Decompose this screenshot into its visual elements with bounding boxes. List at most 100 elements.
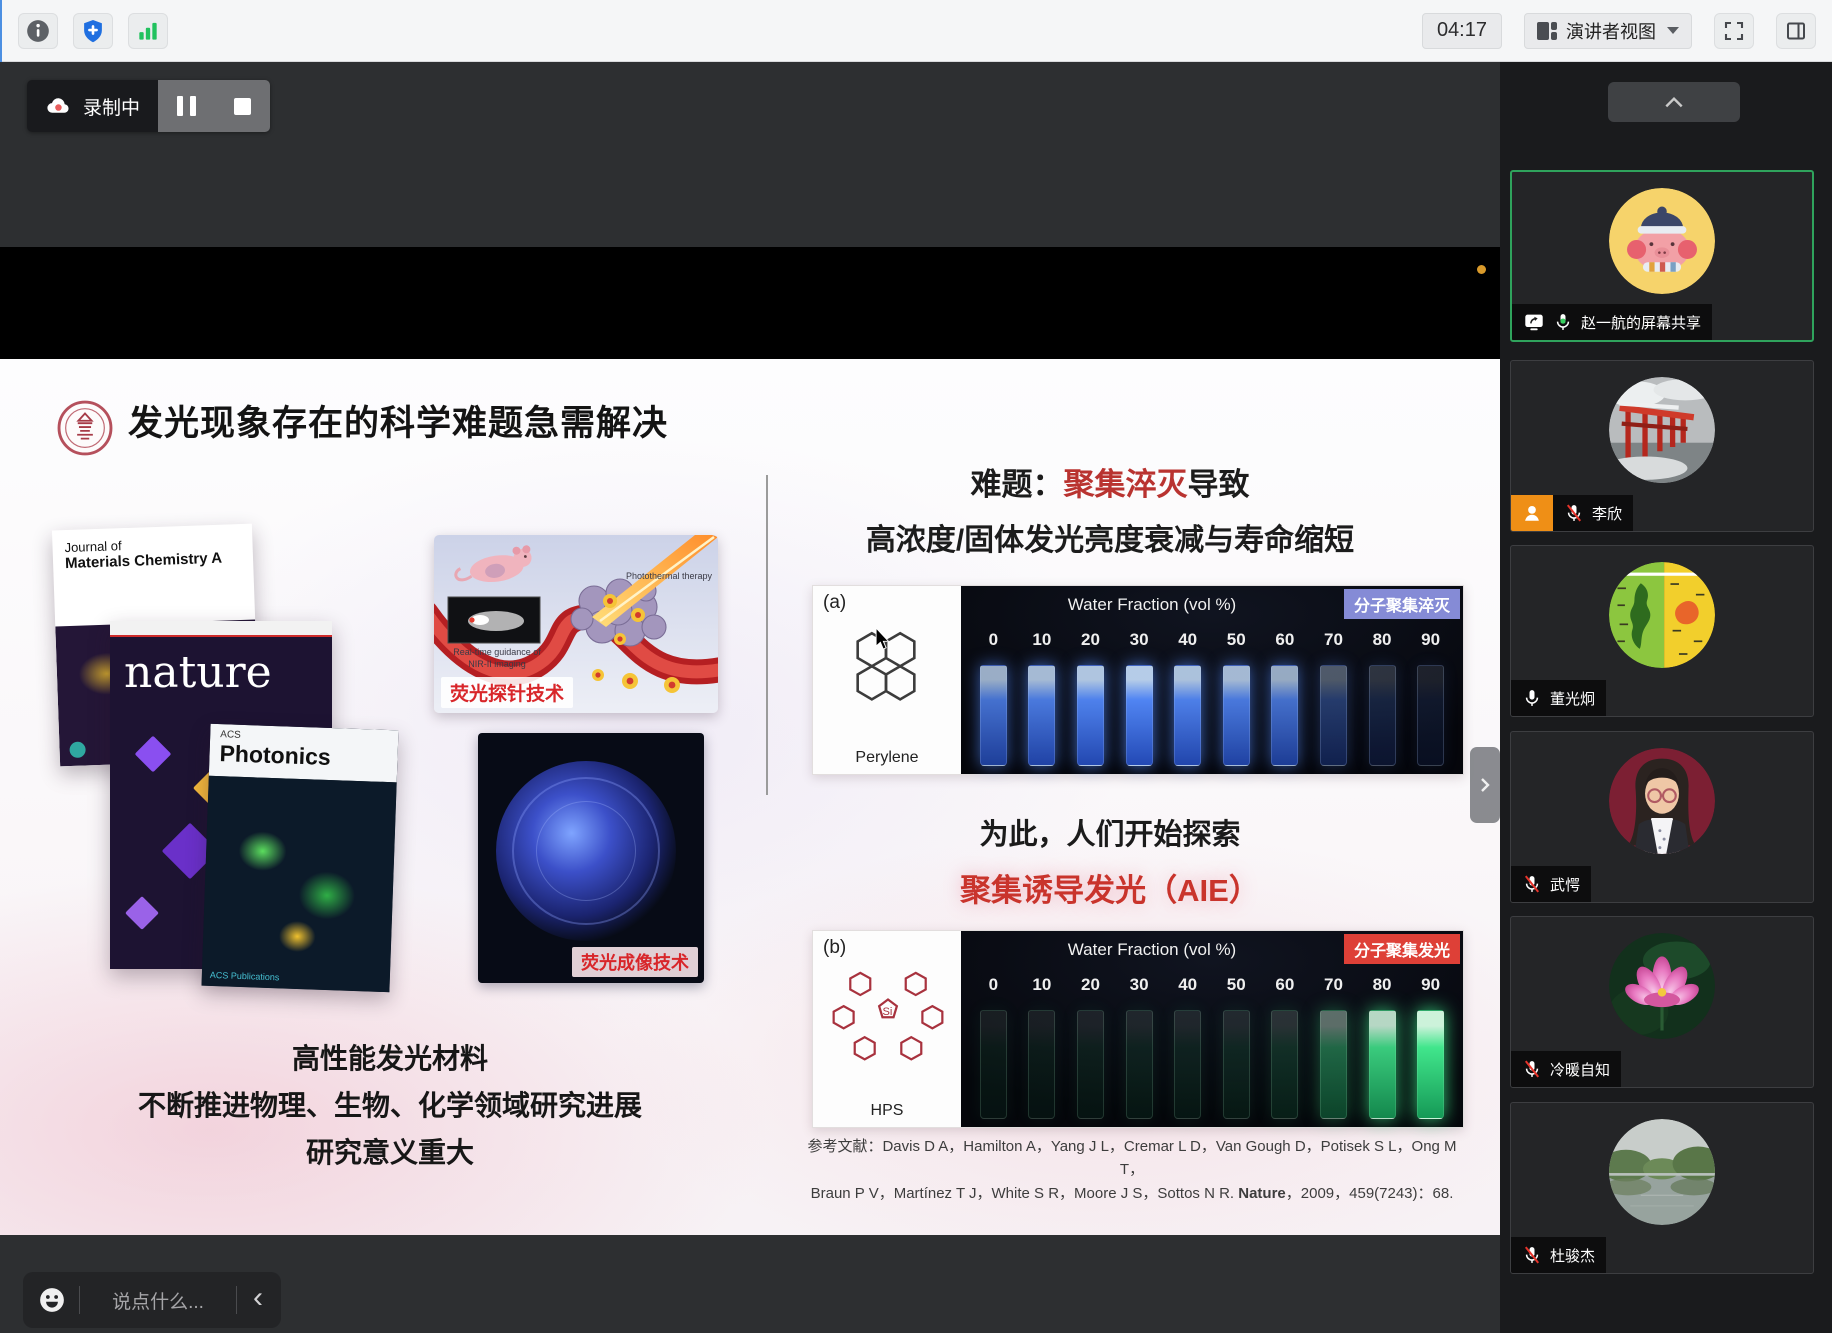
cuvette (1212, 662, 1261, 766)
column-divider (766, 475, 768, 795)
figure-b: (b) Si HPS Water Fraction ( (812, 930, 1464, 1128)
aie-line2: 聚集诱导发光（AIE） (806, 865, 1414, 910)
tick-label: 40 (1163, 630, 1212, 650)
chat-input-bar: 说点什么... ‹ (23, 1272, 281, 1328)
tick-label: 10 (1018, 975, 1067, 995)
info-icon (25, 18, 51, 44)
molecule-name-b: HPS (813, 1102, 961, 1120)
stop-recording-button[interactable] (214, 80, 270, 132)
participant-tile[interactable]: 武愕 (1510, 731, 1814, 903)
top-toolbar: 04:17 演讲者视图 (0, 0, 1832, 62)
imaging-label: 荧光成像技术 (572, 947, 698, 977)
figure-a-axis-title: Water Fraction (vol %) (961, 595, 1343, 615)
figure-a-label: (a) (823, 592, 846, 614)
cuvette (1115, 662, 1164, 766)
side-panel-icon (1784, 19, 1808, 43)
acs-artwork (201, 776, 396, 992)
cuvette (969, 1007, 1018, 1119)
caret-down-icon (1667, 27, 1679, 34)
tick-label: 60 (1261, 630, 1310, 650)
chat-input[interactable]: 说点什么... (92, 1287, 224, 1314)
participant-tile[interactable]: 李欣 (1510, 360, 1814, 532)
problem-highlight: 聚集淬灭 (1064, 467, 1188, 502)
university-seal-logo (56, 399, 114, 457)
cuvette (1163, 1007, 1212, 1119)
cuvette (1066, 1007, 1115, 1119)
participant-tile[interactable]: 杜骏杰 (1510, 1102, 1814, 1274)
tick-label: 40 (1163, 975, 1212, 995)
journal-cover-acs-photonics: ACS Photonics ACS Publications (201, 724, 398, 992)
cloud-recording-icon (45, 93, 71, 119)
mic-muted-icon (1522, 874, 1542, 894)
figure-b-label: (b) (823, 937, 846, 959)
participant-tile[interactable]: 冷暖自知 (1510, 916, 1814, 1088)
tick-label: 20 (1066, 975, 1115, 995)
mouse-cursor (875, 628, 893, 653)
avatar-snowy-torii (1609, 377, 1715, 483)
participant-name: 冷暖自知 (1550, 1059, 1610, 1080)
figure-b-badge: 分子聚集发光 (1344, 934, 1460, 964)
view-mode-label: 演讲者视图 (1566, 18, 1656, 44)
nature-logo: nature (124, 647, 272, 698)
tick-label: 10 (1018, 630, 1067, 650)
aie-line1: 为此，人们开始探索 (806, 811, 1414, 853)
participant-tile-screen-share[interactable]: 赵一航的屏幕共享 (1510, 170, 1814, 342)
participant-name: 杜骏杰 (1550, 1245, 1595, 1266)
probe-label: 荧光探针技术 (441, 677, 573, 708)
tick-label: 30 (1115, 975, 1164, 995)
screen-share-stage: 录制中 发光现象存在的科学难题急需解决 难题：聚集淬灭导致 高浓度/固体发光亮度… (0, 62, 1500, 1333)
network-stats-button[interactable] (128, 13, 168, 49)
pause-icon (177, 96, 196, 116)
references: 参考文献：Davis D A，Hamilton A，Yang J L，Crema… (796, 1135, 1468, 1205)
avatar-infographic (1609, 562, 1715, 668)
problem-suffix: 导致 (1188, 467, 1250, 502)
participants-sidebar: 赵一航的屏幕共享 (1500, 62, 1832, 1333)
mic-muted-icon (1564, 503, 1584, 523)
side-panel-toggle-button[interactable] (1776, 13, 1816, 49)
tick-label: 30 (1115, 630, 1164, 650)
fluorescence-imaging-image: 荧光成像技术 (478, 733, 704, 983)
fullscreen-button[interactable] (1714, 13, 1754, 49)
collapse-sidebar-button[interactable] (1608, 82, 1740, 122)
summary-text: 高性能发光材料 不断推进物理、生物、化学领域研究进展 研究意义重大 (60, 1035, 720, 1176)
letterbox-band (0, 247, 1500, 359)
figure-b-axis-title: Water Fraction (vol %) (961, 940, 1343, 960)
tick-label: 80 (1358, 975, 1407, 995)
sidebar-collapse-handle[interactable] (1470, 747, 1500, 823)
cuvette (1309, 1007, 1358, 1119)
view-mode-selector[interactable]: 演讲者视图 (1524, 13, 1692, 49)
recording-label: 录制中 (83, 93, 140, 120)
tick-label: 20 (1066, 630, 1115, 650)
molecule-name-a: Perylene (813, 749, 961, 767)
figure-b-ticks: 0102030405060708090 (969, 975, 1455, 995)
tick-label: 50 (1212, 630, 1261, 650)
mic-active-icon (1553, 312, 1573, 332)
aie-intro: 为此，人们开始探索 聚集诱导发光（AIE） (806, 811, 1414, 910)
cuvette (1018, 1007, 1067, 1119)
chevron-left-icon[interactable]: ‹ (249, 1283, 267, 1317)
participant-name: 李欣 (1592, 503, 1622, 524)
fullscreen-icon (1722, 19, 1746, 43)
pause-recording-button[interactable] (158, 80, 214, 132)
tick-label: 0 (969, 630, 1018, 650)
security-button[interactable] (73, 13, 113, 49)
screen-share-icon (1523, 311, 1545, 333)
window-edge-accent (0, 0, 2, 62)
cuvette (1066, 662, 1115, 766)
tick-label: 0 (969, 975, 1018, 995)
cuvette (969, 662, 1018, 766)
figure-b-vials (969, 1007, 1455, 1119)
recording-indicator: 录制中 (27, 80, 270, 132)
emoji-icon[interactable] (37, 1285, 67, 1315)
participant-tile[interactable]: 董光炯 (1510, 545, 1814, 717)
svg-text:Si: Si (882, 1006, 892, 1018)
photothermal-caption: Photothermal therapy (626, 571, 712, 581)
host-badge-icon (1511, 495, 1553, 531)
info-button[interactable] (18, 13, 58, 49)
avatar-portrait (1609, 748, 1715, 854)
problem-line2: 高浓度/固体发光亮度衰减与寿命缩短 (806, 515, 1414, 559)
signal-bars-icon (135, 18, 161, 44)
slide-title: 发光现象存在的科学难题急需解决 (128, 395, 668, 446)
mic-muted-icon (1522, 1059, 1542, 1079)
figure-a-ticks: 0102030405060708090 (969, 630, 1455, 650)
